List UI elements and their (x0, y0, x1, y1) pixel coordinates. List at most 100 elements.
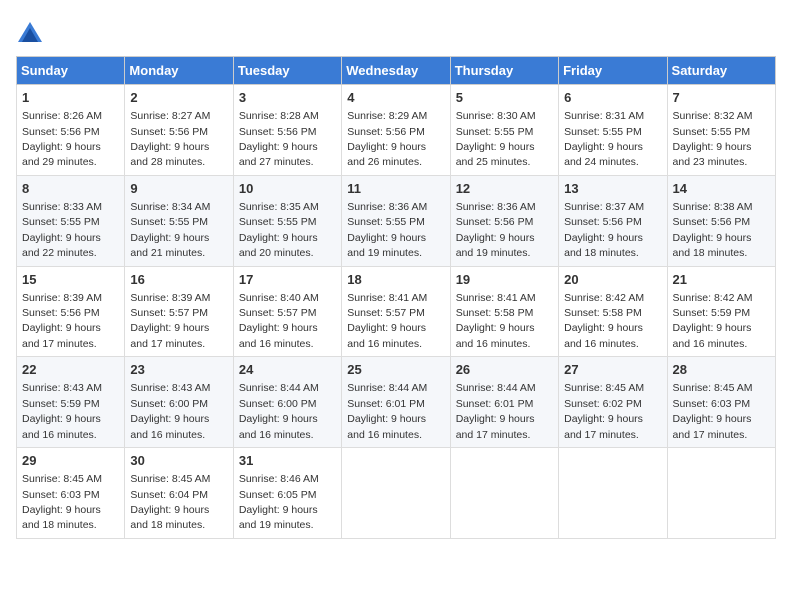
calendar-cell: 17Sunrise: 8:40 AMSunset: 5:57 PMDayligh… (233, 266, 341, 357)
calendar-week-2: 8 Sunrise: 8:33 AMSunset: 5:55 PMDaylight… (17, 175, 776, 266)
day-number: 8 (22, 180, 119, 198)
header-tuesday: Tuesday (233, 57, 341, 85)
day-number: 25 (347, 361, 444, 379)
calendar-cell: 15 Sunrise: 8:39 AMSunset: 5:56 PMDayligh… (17, 266, 125, 357)
day-info: Sunrise: 8:42 AMSunset: 5:58 PMDaylight:… (564, 292, 644, 350)
day-number: 9 (130, 180, 227, 198)
calendar-cell: 1 Sunrise: 8:26 AMSunset: 5:56 PMDaylight… (17, 85, 125, 176)
calendar-cell: 12 Sunrise: 8:36 AMSunset: 5:56 PMDayligh… (450, 175, 558, 266)
calendar-week-1: 1 Sunrise: 8:26 AMSunset: 5:56 PMDaylight… (17, 85, 776, 176)
calendar-cell: 21Sunrise: 8:42 AMSunset: 5:59 PMDayligh… (667, 266, 775, 357)
day-info: Sunrise: 8:39 AMSunset: 5:56 PMDaylight:… (22, 292, 102, 350)
header-saturday: Saturday (667, 57, 775, 85)
day-info: Sunrise: 8:45 AMSunset: 6:03 PMDaylight:… (22, 473, 102, 531)
day-info: Sunrise: 8:37 AMSunset: 5:56 PMDaylight:… (564, 201, 644, 259)
day-info: Sunrise: 8:36 AMSunset: 5:56 PMDaylight:… (456, 201, 536, 259)
calendar-table: SundayMondayTuesdayWednesdayThursdayFrid… (16, 56, 776, 539)
calendar-cell: 22Sunrise: 8:43 AMSunset: 5:59 PMDayligh… (17, 357, 125, 448)
day-info: Sunrise: 8:44 AMSunset: 6:01 PMDaylight:… (456, 382, 536, 440)
day-info: Sunrise: 8:46 AMSunset: 6:05 PMDaylight:… (239, 473, 319, 531)
calendar-cell: 8 Sunrise: 8:33 AMSunset: 5:55 PMDaylight… (17, 175, 125, 266)
calendar-cell: 11Sunrise: 8:36 AMSunset: 5:55 PMDayligh… (342, 175, 450, 266)
day-info: Sunrise: 8:38 AMSunset: 5:56 PMDaylight:… (673, 201, 753, 259)
calendar-cell (342, 448, 450, 539)
header-thursday: Thursday (450, 57, 558, 85)
calendar-cell: 29 Sunrise: 8:45 AMSunset: 6:03 PMDayligh… (17, 448, 125, 539)
day-info: Sunrise: 8:35 AMSunset: 5:55 PMDaylight:… (239, 201, 319, 259)
day-info: Sunrise: 8:43 AMSunset: 6:00 PMDaylight:… (130, 382, 210, 440)
calendar-cell: 4 Sunrise: 8:29 AMSunset: 5:56 PMDaylight… (342, 85, 450, 176)
day-number: 20 (564, 271, 661, 289)
logo-icon (16, 20, 44, 48)
calendar-cell: 30 Sunrise: 8:45 AMSunset: 6:04 PMDayligh… (125, 448, 233, 539)
calendar-header-row: SundayMondayTuesdayWednesdayThursdayFrid… (17, 57, 776, 85)
day-number: 17 (239, 271, 336, 289)
day-number: 3 (239, 89, 336, 107)
day-info: Sunrise: 8:39 AMSunset: 5:57 PMDaylight:… (130, 292, 210, 350)
header-sunday: Sunday (17, 57, 125, 85)
day-number: 6 (564, 89, 661, 107)
calendar-cell: 13Sunrise: 8:37 AMSunset: 5:56 PMDayligh… (559, 175, 667, 266)
day-number: 5 (456, 89, 553, 107)
day-number: 10 (239, 180, 336, 198)
day-number: 1 (22, 89, 119, 107)
calendar-cell: 27Sunrise: 8:45 AMSunset: 6:02 PMDayligh… (559, 357, 667, 448)
calendar-cell (559, 448, 667, 539)
calendar-cell: 25 Sunrise: 8:44 AMSunset: 6:01 PMDayligh… (342, 357, 450, 448)
day-info: Sunrise: 8:45 AMSunset: 6:04 PMDaylight:… (130, 473, 210, 531)
calendar-cell: 24 Sunrise: 8:44 AMSunset: 6:00 PMDayligh… (233, 357, 341, 448)
header-friday: Friday (559, 57, 667, 85)
day-number: 26 (456, 361, 553, 379)
calendar-cell: 6 Sunrise: 8:31 AMSunset: 5:55 PMDaylight… (559, 85, 667, 176)
day-number: 23 (130, 361, 227, 379)
calendar-cell: 28 Sunrise: 8:45 AMSunset: 6:03 PMDayligh… (667, 357, 775, 448)
calendar-cell: 26 Sunrise: 8:44 AMSunset: 6:01 PMDayligh… (450, 357, 558, 448)
day-info: Sunrise: 8:34 AMSunset: 5:55 PMDaylight:… (130, 201, 210, 259)
day-number: 18 (347, 271, 444, 289)
day-number: 4 (347, 89, 444, 107)
day-info: Sunrise: 8:45 AMSunset: 6:03 PMDaylight:… (673, 382, 753, 440)
calendar-cell: 5 Sunrise: 8:30 AMSunset: 5:55 PMDaylight… (450, 85, 558, 176)
day-number: 14 (673, 180, 770, 198)
calendar-cell: 31 Sunrise: 8:46 AMSunset: 6:05 PMDayligh… (233, 448, 341, 539)
day-info: Sunrise: 8:27 AMSunset: 5:56 PMDaylight:… (130, 110, 210, 168)
day-info: Sunrise: 8:36 AMSunset: 5:55 PMDaylight:… (347, 201, 427, 259)
day-info: Sunrise: 8:44 AMSunset: 6:00 PMDaylight:… (239, 382, 319, 440)
day-info: Sunrise: 8:30 AMSunset: 5:55 PMDaylight:… (456, 110, 536, 168)
calendar-cell: 19Sunrise: 8:41 AMSunset: 5:58 PMDayligh… (450, 266, 558, 357)
header-wednesday: Wednesday (342, 57, 450, 85)
day-number: 19 (456, 271, 553, 289)
day-number: 15 (22, 271, 119, 289)
day-info: Sunrise: 8:33 AMSunset: 5:55 PMDaylight:… (22, 201, 102, 259)
calendar-cell (667, 448, 775, 539)
day-info: Sunrise: 8:31 AMSunset: 5:55 PMDaylight:… (564, 110, 644, 168)
calendar-cell: 3 Sunrise: 8:28 AMSunset: 5:56 PMDaylight… (233, 85, 341, 176)
day-number: 12 (456, 180, 553, 198)
day-number: 21 (673, 271, 770, 289)
calendar-cell: 18 Sunrise: 8:41 AMSunset: 5:57 PMDayligh… (342, 266, 450, 357)
calendar-cell: 7Sunrise: 8:32 AMSunset: 5:55 PMDaylight… (667, 85, 775, 176)
day-number: 31 (239, 452, 336, 470)
day-info: Sunrise: 8:28 AMSunset: 5:56 PMDaylight:… (239, 110, 319, 168)
day-number: 28 (673, 361, 770, 379)
calendar-cell: 23 Sunrise: 8:43 AMSunset: 6:00 PMDayligh… (125, 357, 233, 448)
day-number: 22 (22, 361, 119, 379)
calendar-cell (450, 448, 558, 539)
day-number: 29 (22, 452, 119, 470)
day-number: 24 (239, 361, 336, 379)
day-number: 30 (130, 452, 227, 470)
calendar-week-4: 22Sunrise: 8:43 AMSunset: 5:59 PMDayligh… (17, 357, 776, 448)
day-number: 27 (564, 361, 661, 379)
calendar-cell: 9 Sunrise: 8:34 AMSunset: 5:55 PMDaylight… (125, 175, 233, 266)
day-info: Sunrise: 8:44 AMSunset: 6:01 PMDaylight:… (347, 382, 427, 440)
header-monday: Monday (125, 57, 233, 85)
calendar-cell: 2 Sunrise: 8:27 AMSunset: 5:56 PMDaylight… (125, 85, 233, 176)
day-number: 2 (130, 89, 227, 107)
day-number: 7 (673, 89, 770, 107)
day-info: Sunrise: 8:41 AMSunset: 5:57 PMDaylight:… (347, 292, 427, 350)
day-info: Sunrise: 8:26 AMSunset: 5:56 PMDaylight:… (22, 110, 102, 168)
day-info: Sunrise: 8:29 AMSunset: 5:56 PMDaylight:… (347, 110, 427, 168)
day-number: 16 (130, 271, 227, 289)
calendar-week-5: 29 Sunrise: 8:45 AMSunset: 6:03 PMDayligh… (17, 448, 776, 539)
calendar-week-3: 15 Sunrise: 8:39 AMSunset: 5:56 PMDayligh… (17, 266, 776, 357)
